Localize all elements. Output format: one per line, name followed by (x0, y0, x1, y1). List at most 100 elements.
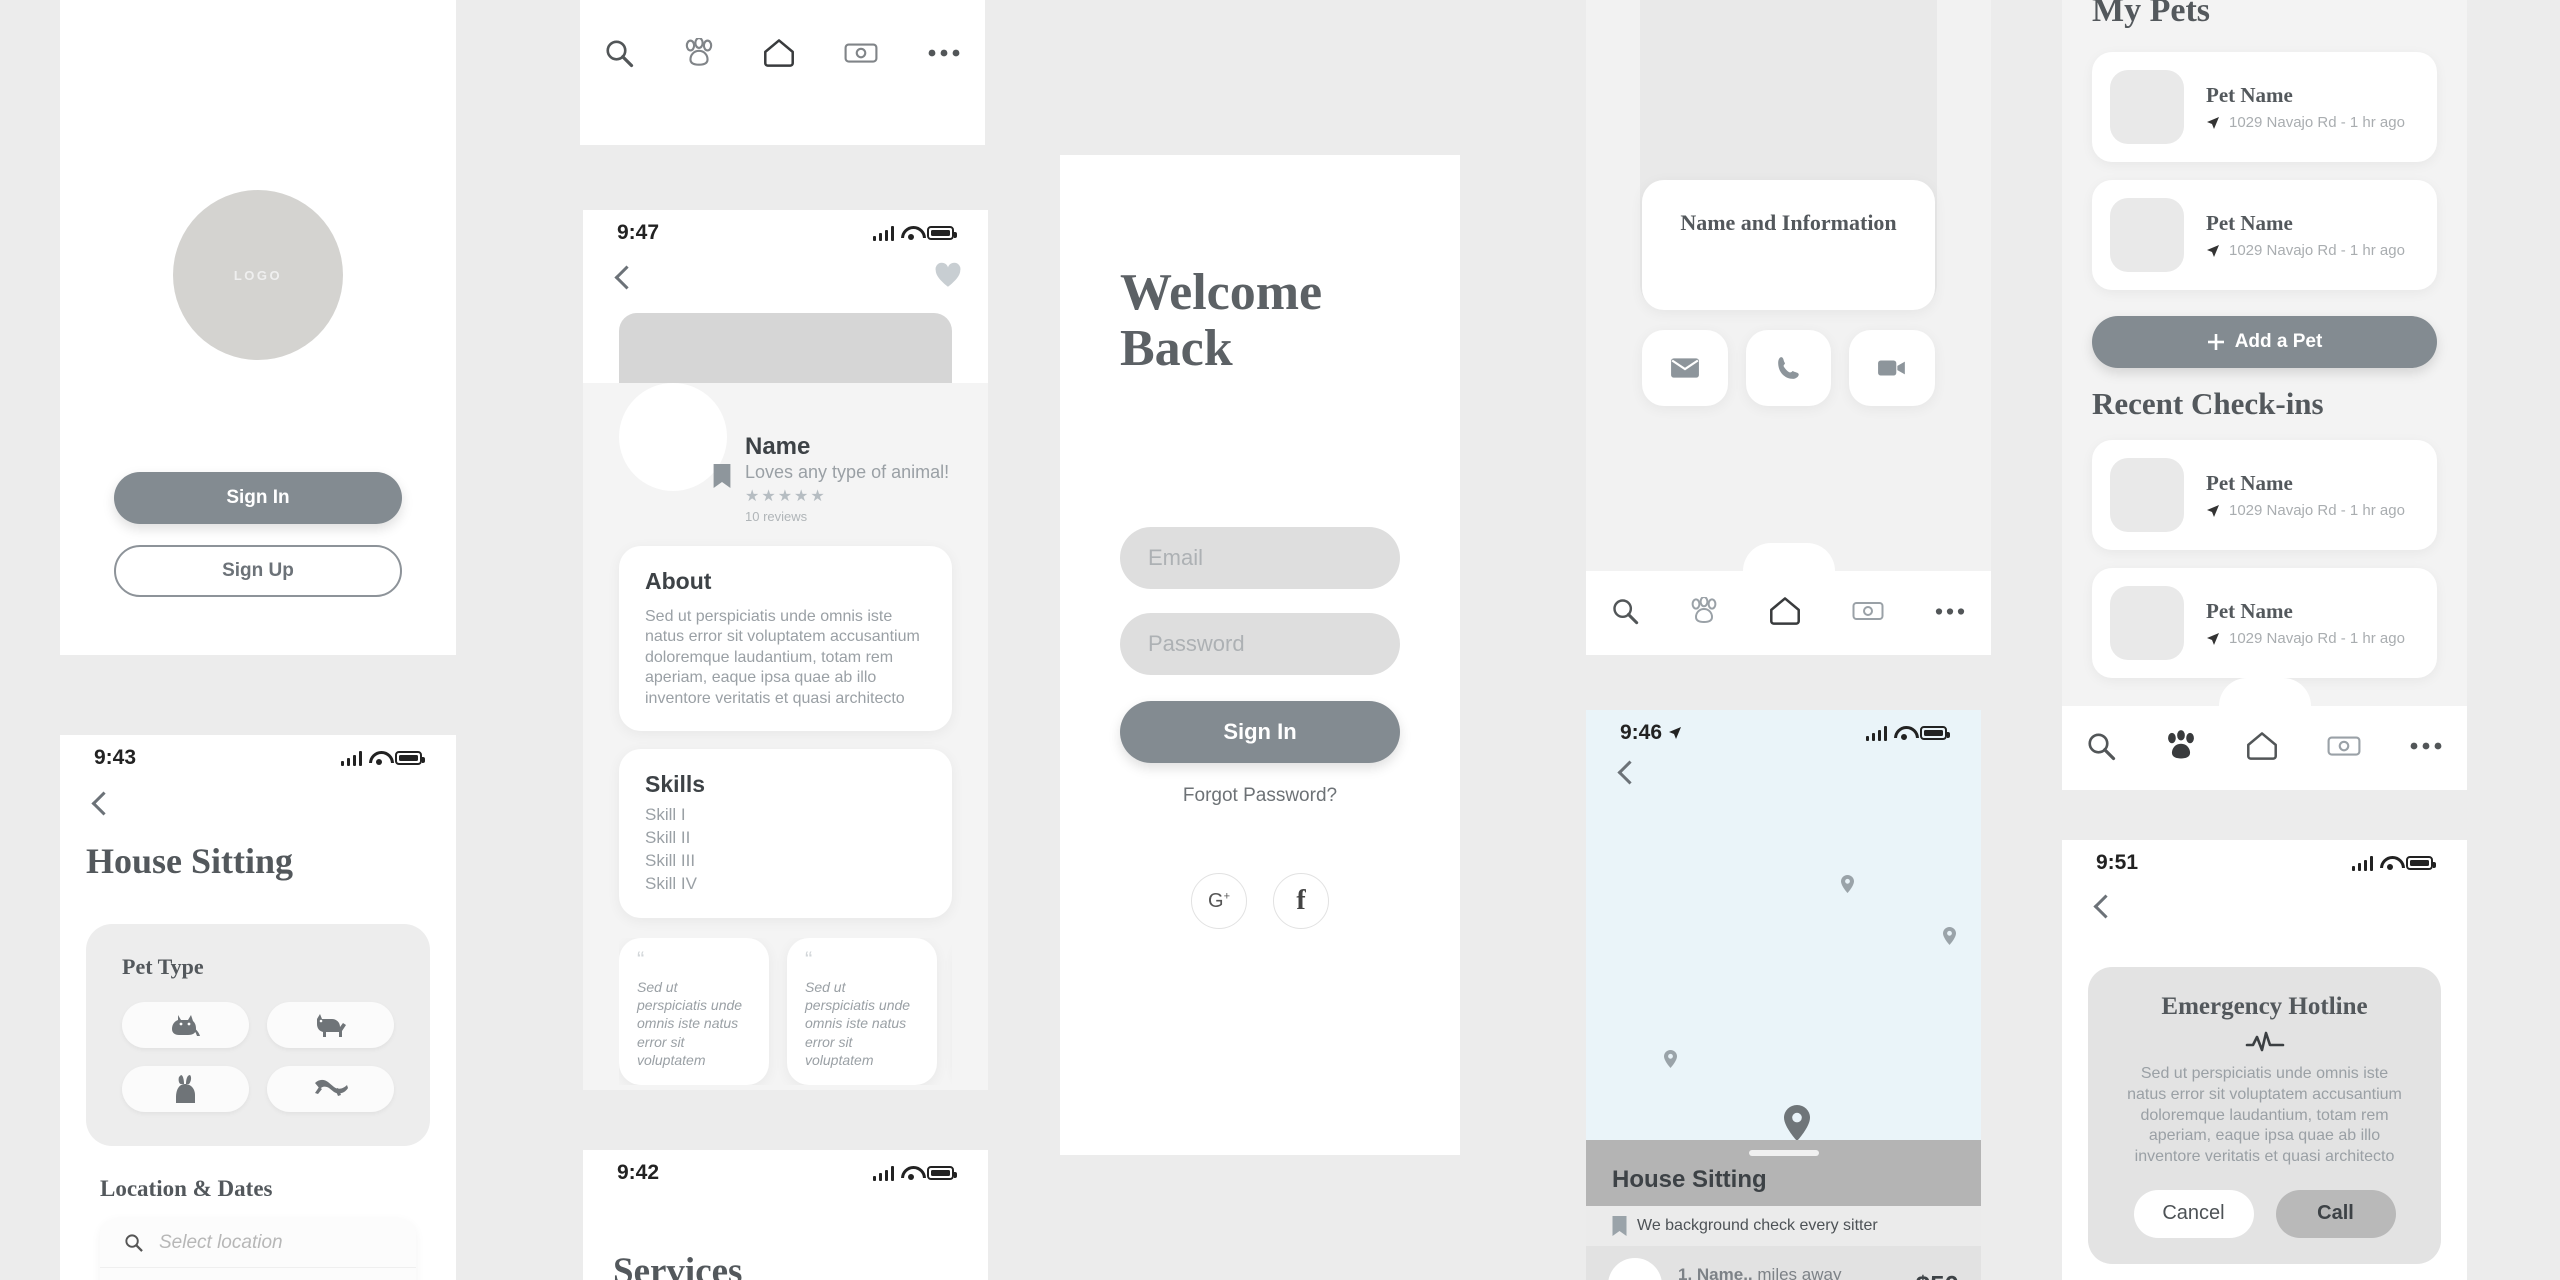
cat-icon (171, 1015, 200, 1036)
plus-icon (2207, 334, 2224, 350)
back-button[interactable] (2088, 892, 2118, 922)
skill-item: Skill IV (645, 874, 697, 894)
status-bar: 9:43 (60, 735, 456, 781)
nav-paw-icon[interactable] (1689, 595, 1719, 630)
bottom-nav-bar[interactable] (1586, 543, 1991, 655)
nav-money-icon[interactable] (844, 40, 878, 71)
call-button[interactable]: Call (2275, 1189, 2396, 1238)
pet-thumbnail (2110, 586, 2184, 660)
add-a-pet-button[interactable]: Add a Pet (2092, 316, 2437, 368)
checkin-row[interactable]: Pet Name 1029 Navajo Rd - 1 hr ago (2092, 440, 2437, 550)
map-pin-small[interactable] (1664, 1050, 1677, 1073)
location-arrow-icon (2207, 244, 2219, 257)
contact-screen: Name and Information (1586, 0, 1991, 655)
map-pin-small[interactable] (1943, 927, 1956, 950)
nav-money-icon[interactable] (1852, 599, 1884, 628)
wifi-icon (1894, 726, 1913, 740)
pet-name: Pet Name (2206, 599, 2293, 623)
location-placeholder-text: Select location (159, 1231, 283, 1253)
bottom-nav-bar[interactable] (580, 13, 985, 97)
pet-type-cat[interactable] (122, 1002, 249, 1048)
video-icon (1878, 360, 1906, 376)
sign-in-button[interactable]: Sign In (114, 472, 402, 524)
welcome-title-line1: Welcome (1120, 264, 1323, 321)
password-field[interactable]: Password (1120, 613, 1400, 676)
rating-stars: ★★★★★ (745, 488, 827, 505)
nav-home-icon[interactable] (2246, 731, 2278, 766)
mail-icon (1670, 358, 1699, 378)
back-button[interactable] (86, 789, 116, 819)
cancel-button[interactable]: Cancel (2133, 1189, 2254, 1238)
nav-search-icon[interactable] (2086, 731, 2116, 766)
back-button[interactable] (1612, 758, 1642, 788)
quote-open-icon: “ (637, 947, 645, 973)
checkin-row[interactable]: Pet Name 1029 Navajo Rd - 1 hr ago (2092, 568, 2437, 678)
video-action-button[interactable] (1849, 330, 1936, 406)
nav-more-icon[interactable] (2409, 739, 2443, 757)
favorite-button[interactable] (934, 262, 962, 293)
pet-type-dog[interactable] (267, 1002, 394, 1048)
dates-input[interactable]: Select dates (100, 1268, 416, 1280)
skill-item: Skill II (645, 828, 691, 848)
google-plus-icon: G+ (1208, 889, 1230, 912)
sign-in-button[interactable]: Sign In (1120, 701, 1400, 764)
pet-thumbnail (2110, 198, 2184, 272)
emergency-hotline-screen: 9:51 Emergency Hotline Sed ut perspiciat… (2062, 840, 2467, 1280)
google-plus-button[interactable]: G+ (1191, 873, 1247, 930)
password-placeholder-text: Password (1148, 631, 1245, 657)
dog-icon (316, 1014, 346, 1037)
pet-row[interactable]: Pet Name 1029 Navajo Rd - 1 hr ago (2092, 52, 2437, 162)
listing-rank-name: 1. Name., (1678, 1265, 1753, 1280)
pet-meta-text: 1029 Navajo Rd - 1 hr ago (2229, 114, 2405, 131)
status-icons (340, 750, 425, 766)
nav-money-icon[interactable] (2327, 733, 2361, 764)
sitter-name: Name (745, 433, 811, 460)
bookmark-icon (713, 464, 731, 493)
sign-up-button[interactable]: Sign Up (114, 545, 402, 597)
wifi-icon (369, 751, 388, 765)
location-input[interactable]: Select location (100, 1218, 416, 1268)
nav-more-icon[interactable] (1934, 604, 1966, 622)
nav-search-icon[interactable] (604, 38, 634, 73)
sitter-listing-row[interactable]: 1. Name., miles away Loves any type of a… (1586, 1246, 1981, 1280)
pet-meta-text: 1029 Navajo Rd - 1 hr ago (2229, 630, 2405, 647)
pet-thumbnail (2110, 70, 2184, 144)
status-icons (872, 1165, 957, 1181)
review-quote-card: “ Sed ut perspiciatis unde omnis iste na… (619, 938, 769, 1086)
nav-more-icon[interactable] (927, 46, 961, 64)
pet-type-rabbit[interactable] (122, 1066, 249, 1112)
bottom-nav-bar[interactable] (2062, 678, 2467, 790)
status-time: 9:43 (94, 746, 137, 769)
contact-info-card: Name and Information (1642, 180, 1935, 310)
nav-paw-icon[interactable] (683, 36, 715, 73)
pet-name: Pet Name (2206, 83, 2293, 107)
nav-paw-icon[interactable] (2164, 729, 2198, 767)
phone-icon (1777, 357, 1799, 379)
about-card: About Sed ut perspiciatis unde omnis ist… (619, 546, 952, 732)
email-action-button[interactable] (1642, 330, 1728, 406)
facebook-button[interactable]: f (1273, 873, 1329, 930)
listing-price: $50 (1916, 1270, 1959, 1280)
nav-search-icon[interactable] (1611, 597, 1639, 630)
email-field[interactable]: Email (1120, 527, 1400, 590)
pet-type-lizard[interactable] (267, 1066, 394, 1112)
map-pin-small[interactable] (1841, 875, 1854, 898)
phone-action-button[interactable] (1745, 330, 1832, 406)
nav-home-icon[interactable] (1769, 596, 1801, 631)
battery-icon (395, 751, 425, 765)
pet-row[interactable]: Pet Name 1029 Navajo Rd - 1 hr ago (2092, 180, 2437, 290)
skills-title: Skills (645, 771, 706, 798)
status-time: 9:42 (617, 1161, 660, 1184)
heartbeat-icon (2112, 1031, 2417, 1058)
listing-avatar (1608, 1258, 1662, 1280)
lizard-icon (314, 1079, 348, 1096)
page-title: House Sitting (86, 841, 294, 881)
back-button[interactable] (609, 263, 639, 293)
signal-icon (340, 750, 362, 766)
skills-card: Skills Skill I Skill II Skill III Skill … (619, 749, 952, 919)
skill-item: Skill I (645, 805, 686, 825)
nav-home-icon[interactable] (763, 38, 795, 73)
forgot-password-link[interactable]: Forgot Password? (1120, 785, 1400, 807)
map-bottom-sheet[interactable]: House Sitting We background check every … (1586, 1140, 1981, 1280)
status-bar: 9:42 (583, 1150, 988, 1196)
